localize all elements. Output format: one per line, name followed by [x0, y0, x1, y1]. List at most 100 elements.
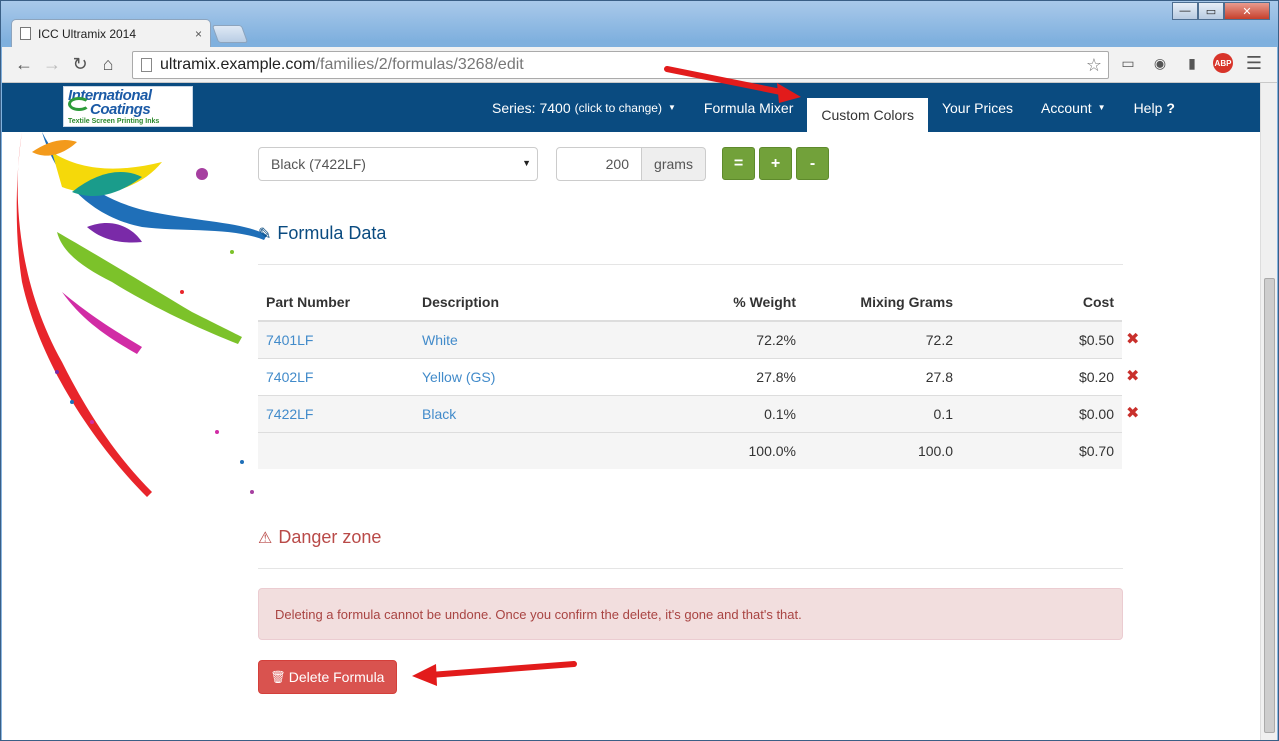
weight-cell: 0.1%	[654, 394, 804, 432]
phone-extension-icon[interactable]: ▮	[1181, 52, 1203, 74]
nav-items: Series: 7400 (click to change) ▼ Formula…	[478, 83, 1189, 132]
table-header-row: Part Number Description % Weight Mixing …	[258, 283, 1122, 322]
cost-cell: $0.20	[961, 357, 1122, 395]
browser-toolbar: ← → ↻ ⌂ ultramix.example.com /families/2…	[2, 47, 1277, 83]
part-link[interactable]: 7402LF	[266, 369, 313, 385]
remove-row-icon[interactable]: ✖	[1126, 366, 1139, 386]
grams-cell: 72.2	[804, 320, 961, 358]
part-link[interactable]: 7422LF	[266, 406, 313, 422]
col-mixing-grams: Mixing Grams	[804, 283, 961, 322]
menu-icon[interactable]: ☰	[1243, 52, 1265, 74]
delete-formula-button[interactable]: 🗑 Delete Formula	[258, 660, 397, 694]
forward-icon[interactable]: →	[38, 51, 66, 79]
minus-button[interactable]: -	[796, 147, 829, 180]
maximize-button[interactable]: ▭	[1198, 2, 1224, 20]
weight-cell: 72.2%	[654, 320, 804, 358]
scrollbar-thumb[interactable]	[1264, 278, 1275, 733]
address-bar[interactable]: ultramix.example.com /families/2/formula…	[132, 51, 1109, 79]
help-label: Help	[1133, 99, 1163, 116]
grams-input[interactable]: 200	[556, 147, 642, 181]
adblock-icon[interactable]: ABP	[1213, 53, 1233, 73]
reload-icon[interactable]: ↻	[66, 51, 94, 79]
col-weight: % Weight	[654, 283, 804, 322]
cost-cell: $0.50	[961, 320, 1122, 358]
nav-custom-colors[interactable]: Custom Colors	[807, 98, 928, 132]
table-row: 7422LF Black 0.1% 0.1 $0.00	[258, 394, 1122, 432]
page-info-icon	[141, 58, 152, 72]
nav-series-dropdown[interactable]: Series: 7400 (click to change) ▼	[478, 83, 690, 132]
description-link[interactable]: Black	[422, 406, 456, 422]
page-viewport: International Coatings Textile Screen Pr…	[2, 83, 1277, 740]
cast-icon[interactable]: ▭	[1117, 52, 1139, 74]
url-path: /families/2/formulas/3268/edit	[315, 56, 524, 73]
description-link[interactable]: White	[422, 332, 458, 348]
paint-splash-decoration	[16, 132, 267, 497]
nav-account-dropdown[interactable]: Account ▼	[1027, 83, 1120, 132]
total-weight: 100.0%	[654, 431, 804, 469]
company-logo[interactable]: International Coatings Textile Screen Pr…	[63, 86, 193, 127]
danger-zone-heading: ⚠ Danger zone	[258, 527, 381, 548]
formula-data-heading: ✎ Formula Data	[258, 223, 386, 244]
col-part-number: Part Number	[258, 283, 414, 322]
grams-cell: 27.8	[804, 357, 961, 395]
cost-cell: $0.00	[961, 394, 1122, 432]
page-icon	[20, 27, 31, 40]
browser-window: — ▭ ✕ ICC Ultramix 2014 × ← → ↻ ⌂ ultram…	[0, 0, 1279, 741]
color-select-value: Black (7422LF)	[271, 156, 366, 172]
vertical-scrollbar[interactable]	[1260, 83, 1277, 740]
window-controls: — ▭ ✕	[1172, 2, 1270, 20]
weight-cell: 27.8%	[654, 357, 804, 395]
description-link[interactable]: Yellow (GS)	[422, 369, 495, 385]
annotation-arrow-delete	[412, 661, 577, 686]
url-host: ultramix.example.com	[160, 56, 316, 73]
select-arrow-icon: ▼	[522, 158, 531, 168]
col-cost: Cost	[961, 283, 1122, 322]
account-label: Account	[1041, 99, 1092, 116]
grams-input-group: 200 grams	[556, 147, 706, 181]
mixer-controls: Black (7422LF) ▼ 200 grams = + -	[258, 147, 829, 181]
logo-swoosh-icon	[68, 97, 90, 111]
totals-row: 100.0% 100.0 $0.70	[258, 431, 1122, 469]
danger-zone-title: Danger zone	[278, 527, 382, 547]
delete-formula-label: Delete Formula	[288, 669, 385, 685]
part-link[interactable]: 7401LF	[266, 332, 313, 348]
table-row: 7402LF Yellow (GS) 27.8% 27.8 $0.20	[258, 357, 1122, 395]
divider	[258, 568, 1123, 569]
warning-icon: ⚠	[258, 529, 273, 547]
annotation-arrow-custom-colors	[664, 66, 801, 103]
tab-close-icon[interactable]: ×	[195, 27, 202, 41]
col-description: Description	[414, 283, 654, 322]
site-navbar: International Coatings Textile Screen Pr…	[2, 83, 1260, 132]
browser-tab[interactable]: ICC Ultramix 2014 ×	[11, 19, 211, 47]
tab-title: ICC Ultramix 2014	[38, 26, 137, 41]
new-tab-button[interactable]	[211, 25, 249, 43]
table-row: 7401LF White 72.2% 72.2 $0.50	[258, 320, 1122, 358]
grams-cell: 0.1	[804, 394, 961, 432]
bookmark-star-icon[interactable]: ☆	[1086, 55, 1102, 76]
series-label: Series: 7400	[492, 99, 571, 116]
remove-row-icon[interactable]: ✖	[1126, 329, 1139, 349]
divider	[258, 264, 1123, 265]
trash-icon: 🗑	[270, 670, 286, 684]
chat-bubble-icon[interactable]: ◉	[1149, 52, 1171, 74]
series-hint: (click to change)	[574, 100, 662, 115]
question-icon: ?	[1166, 99, 1175, 116]
total-cost: $0.70	[961, 431, 1122, 469]
caret-down-icon: ▼	[1097, 103, 1106, 112]
tab-strip: ICC Ultramix 2014 ×	[11, 19, 249, 47]
total-grams: 100.0	[804, 431, 961, 469]
nav-your-prices[interactable]: Your Prices	[928, 83, 1027, 132]
plus-button[interactable]: +	[759, 147, 792, 180]
color-select[interactable]: Black (7422LF) ▼	[258, 147, 538, 181]
remove-row-icon[interactable]: ✖	[1126, 403, 1139, 423]
mixer-op-buttons: = + -	[722, 147, 829, 181]
equals-button[interactable]: =	[722, 147, 755, 180]
delete-warning-alert: Deleting a formula cannot be undone. Onc…	[258, 588, 1123, 640]
extension-icons: ▭ ◉ ▮ ABP ☰	[1117, 52, 1265, 74]
minimize-button[interactable]: —	[1172, 2, 1198, 20]
close-window-button[interactable]: ✕	[1224, 2, 1270, 20]
back-icon[interactable]: ←	[10, 51, 38, 79]
home-icon[interactable]: ⌂	[94, 51, 122, 79]
grams-unit-label: grams	[642, 147, 706, 181]
nav-help[interactable]: Help ?	[1120, 83, 1189, 132]
